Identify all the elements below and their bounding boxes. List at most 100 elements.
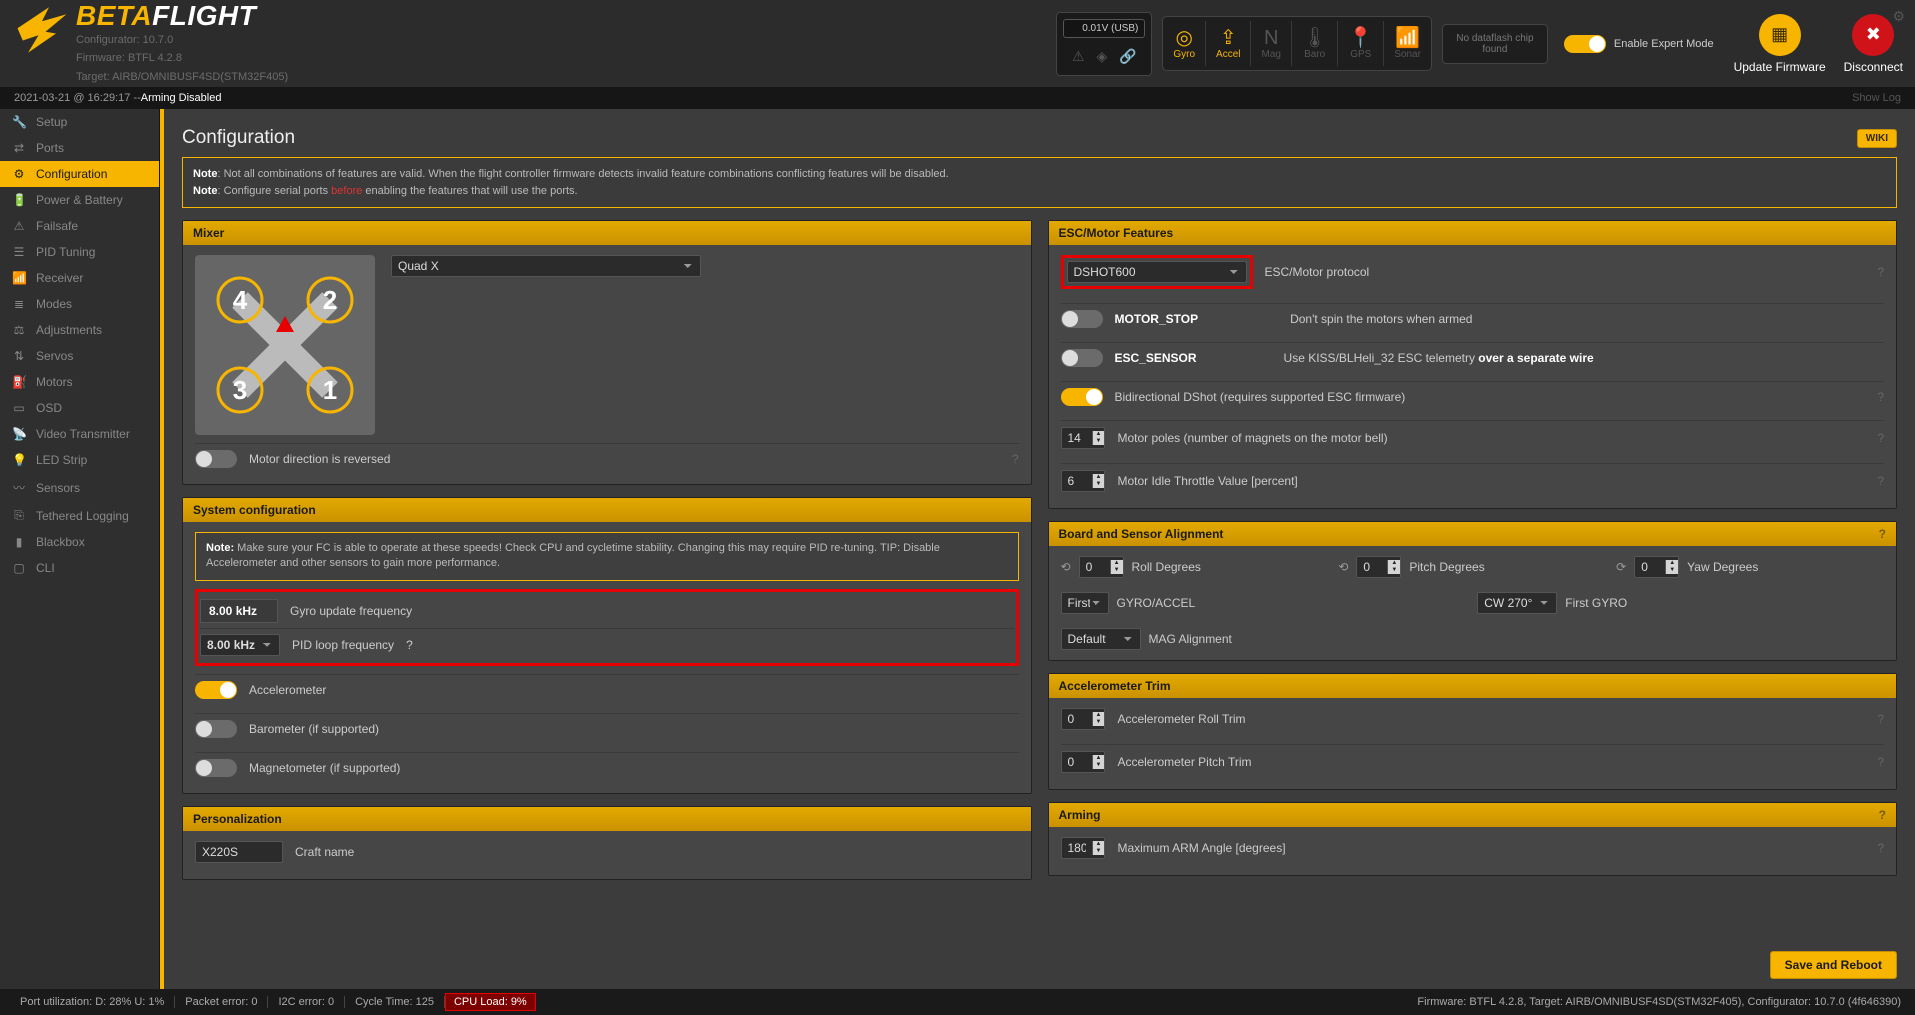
help-icon[interactable]: ? xyxy=(1879,808,1886,822)
magnetometer-label: Magnetometer (if supported) xyxy=(249,761,400,775)
motor-poles-input[interactable]: ▲▼ xyxy=(1061,427,1106,449)
board-alignment-title: Board and Sensor Alignment xyxy=(1059,527,1224,541)
system-config-panel: System configuration Note: Make sure you… xyxy=(182,497,1032,794)
help-icon[interactable]: ? xyxy=(1877,431,1884,445)
motor-idle-label: Motor Idle Throttle Value [percent] xyxy=(1117,474,1297,488)
expert-mode-label: Enable Expert Mode xyxy=(1614,38,1714,50)
pitch-degrees-input[interactable]: ▲▼ xyxy=(1356,556,1401,578)
help-icon[interactable]: ? xyxy=(1877,265,1884,279)
footer-bar: Port utilization: D: 28% U: 1% Packet er… xyxy=(0,989,1915,1015)
craft-name-input[interactable] xyxy=(195,841,283,863)
barometer-toggle[interactable] xyxy=(195,720,237,738)
sensor-sonar: 📶Sonar xyxy=(1384,21,1431,66)
board-alignment-panel: Board and Sensor Alignment? ⟲▲▼Roll Degr… xyxy=(1048,521,1898,661)
sidebar-item-label: Servos xyxy=(36,349,73,363)
bidir-dshot-toggle[interactable] xyxy=(1061,388,1103,406)
system-note: Note: Make sure your FC is able to opera… xyxy=(195,532,1019,581)
chip-icon: ▦ xyxy=(1759,14,1801,56)
help-icon[interactable]: ? xyxy=(1877,390,1884,404)
content-area: Configuration WIKI Note: Not all combina… xyxy=(160,109,1915,989)
show-log-button[interactable]: Show Log xyxy=(1852,92,1901,104)
sidebar-item-motors[interactable]: ⛽Motors xyxy=(0,369,159,395)
sidebar-item-label: CLI xyxy=(36,561,55,575)
cycle-time: Cycle Time: 125 xyxy=(345,996,445,1008)
accel-pitch-trim-label: Accelerometer Pitch Trim xyxy=(1117,755,1251,769)
sidebar-item-tethered-logging[interactable]: ⎘Tethered Logging xyxy=(0,502,159,529)
sidebar-icon: ▭ xyxy=(12,401,26,415)
sidebar-item-label: Blackbox xyxy=(36,535,85,549)
sidebar-item-adjustments[interactable]: ⚖Adjustments xyxy=(0,317,159,343)
sidebar-item-osd[interactable]: ▭OSD xyxy=(0,395,159,421)
motor-stop-toggle[interactable] xyxy=(1061,310,1103,328)
yaw-degrees-input[interactable]: ▲▼ xyxy=(1634,556,1679,578)
betaflight-logo-icon xyxy=(14,2,70,58)
sidebar-icon: ≣ xyxy=(12,297,26,311)
magnetometer-toggle[interactable] xyxy=(195,759,237,777)
arming-status: Arming Disabled xyxy=(141,92,222,104)
sidebar-item-label: Failsafe xyxy=(36,219,78,233)
accel-pitch-trim-input[interactable]: ▲▼ xyxy=(1061,751,1106,773)
accelerometer-toggle[interactable] xyxy=(195,681,237,699)
gyro-accel-select[interactable]: First xyxy=(1061,592,1109,614)
sensor-icon: 📍 xyxy=(1348,27,1373,49)
sidebar-nav: 🔧 Setup ⇄Ports⚙Configuration 🔋 Power & Batte… xyxy=(0,109,160,989)
sidebar-item-ports[interactable]: ⇄Ports xyxy=(0,135,159,161)
sidebar-item-modes[interactable]: ≣Modes xyxy=(0,291,159,317)
expert-mode-toggle[interactable] xyxy=(1564,35,1606,53)
accel-trim-panel: Accelerometer Trim ▲▼Accelerometer Roll … xyxy=(1048,673,1898,790)
dataflash-status: No dataflash chip found xyxy=(1442,24,1548,64)
sidebar-icon: 🔋 xyxy=(12,193,26,207)
save-reboot-button[interactable]: Save and Reboot xyxy=(1770,951,1897,979)
sidebar-icon: 🔧 xyxy=(12,115,26,129)
mixer-select[interactable]: Quad X xyxy=(391,255,701,277)
status-icons-row: ⚠ ◈ 🔗 xyxy=(1064,44,1145,69)
accel-roll-trim-input[interactable]: ▲▼ xyxy=(1061,708,1106,730)
sidebar-item-setup[interactable]: 🔧 Setup xyxy=(0,109,159,135)
esc-sensor-toggle[interactable] xyxy=(1061,349,1103,367)
first-gyro-select[interactable]: CW 270° xyxy=(1477,592,1557,614)
sidebar-icon: ⇅ xyxy=(12,349,26,363)
sidebar-item-video-transmitter[interactable]: 📡Video Transmitter xyxy=(0,421,159,447)
help-icon[interactable]: ? xyxy=(1879,527,1886,541)
sidebar-item-power-battery[interactable]: 🔋 Power & Battery xyxy=(0,187,159,213)
pid-loop-select[interactable]: 8.00 kHz xyxy=(200,634,280,656)
mag-align-select[interactable]: Default xyxy=(1061,628,1141,650)
sensor-icon: ◎ xyxy=(1175,27,1192,49)
sidebar-item-label: Setup xyxy=(36,115,67,129)
sidebar-icon: ⎘ xyxy=(12,508,26,523)
max-arm-angle-input[interactable]: ▲▼ xyxy=(1061,837,1106,859)
sidebar-item-led-strip[interactable]: 💡LED Strip xyxy=(0,447,159,473)
help-icon[interactable]: ? xyxy=(1877,474,1884,488)
esc-protocol-select[interactable]: DSHOT600 xyxy=(1067,261,1247,283)
sidebar-item-sensors[interactable]: 〰Sensors xyxy=(0,473,159,502)
system-config-title: System configuration xyxy=(193,503,316,517)
sidebar-item-cli[interactable]: ▢CLI xyxy=(0,555,159,581)
bidir-dshot-label: Bidirectional DShot (requires supported … xyxy=(1115,390,1406,404)
roll-degrees-input[interactable]: ▲▼ xyxy=(1079,556,1124,578)
sidebar-item-receiver[interactable]: 📶Receiver xyxy=(0,265,159,291)
sidebar-icon: ⚖ xyxy=(12,323,26,337)
sensor-icon: 🌡 xyxy=(1302,27,1327,49)
help-icon[interactable]: ? xyxy=(1877,841,1884,855)
wiki-button[interactable]: WIKI xyxy=(1857,129,1897,148)
motor-idle-input[interactable]: ▲▼ xyxy=(1061,470,1106,492)
sidebar-icon: 📡 xyxy=(12,427,26,441)
sidebar-item-blackbox[interactable]: ▮Blackbox xyxy=(0,529,159,555)
help-icon[interactable]: ? xyxy=(406,638,413,652)
arming-panel: Arming? ▲▼Maximum ARM Angle [degrees]? xyxy=(1048,802,1898,876)
sidebar-item-configuration[interactable]: ⚙Configuration xyxy=(0,161,159,187)
motor-direction-toggle[interactable] xyxy=(195,450,237,468)
help-icon[interactable]: ? xyxy=(1012,452,1019,466)
sidebar-item-pid-tuning[interactable]: ☰PID Tuning xyxy=(0,239,159,265)
sidebar-item-servos[interactable]: ⇅ Servos xyxy=(0,343,159,369)
target-name: Target: AIRB/OMNIBUSF4SD(STM32F405) xyxy=(76,70,288,85)
help-icon[interactable]: ? xyxy=(1877,712,1884,726)
sidebar-icon: ☰ xyxy=(12,245,26,259)
sidebar-item-label: Power & Battery xyxy=(36,193,123,207)
help-icon[interactable]: ? xyxy=(1877,755,1884,769)
update-firmware-label: Update Firmware xyxy=(1734,60,1826,74)
sidebar-item-failsafe[interactable]: ⚠Failsafe xyxy=(0,213,159,239)
sidebar-item-label: Receiver xyxy=(36,271,83,285)
update-firmware-button[interactable]: ▦ Update Firmware xyxy=(1730,14,1830,74)
settings-gear-icon[interactable]: ⚙ xyxy=(1892,8,1905,25)
